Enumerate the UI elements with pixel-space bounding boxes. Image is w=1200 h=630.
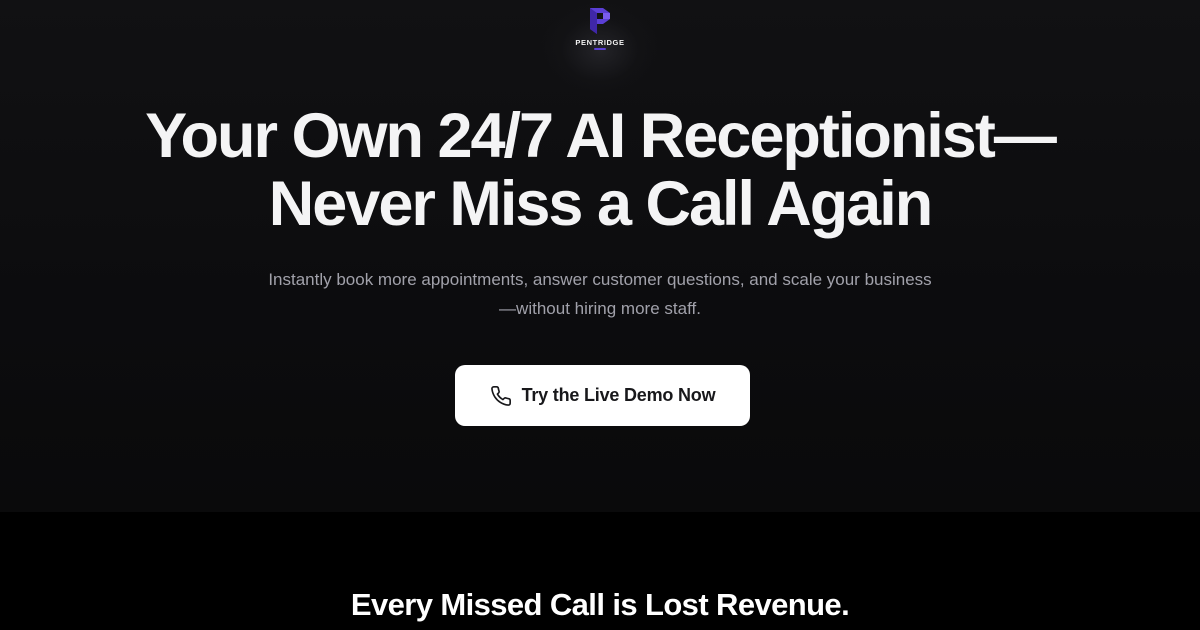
try-live-demo-button[interactable]: Try the Live Demo Now [455, 365, 750, 426]
try-live-demo-label: Try the Live Demo Now [521, 385, 716, 405]
hero-subheadline-line-1: Instantly book more appointments, answer… [268, 270, 932, 289]
phone-icon [490, 385, 511, 406]
brand-underline [594, 48, 606, 50]
brand-logo[interactable]: PENTRIDGE [570, 6, 630, 62]
hero-subheadline: Instantly book more appointments, answer… [240, 265, 960, 323]
hero-headline: Your Own 24/7 AI Receptionist— Never Mis… [100, 102, 1100, 238]
pentridge-p-logo-icon [590, 8, 610, 34]
hero-headline-line-2: Never Miss a Call Again [268, 169, 933, 239]
section-title-lost-revenue: Every Missed Call is Lost Revenue. [350, 587, 850, 622]
brand-name: PENTRIDGE [575, 38, 625, 47]
hero-subheadline-line-2: —without hiring more staff. [499, 299, 701, 318]
hero-headline-line-1: Your Own 24/7 AI Receptionist— [145, 101, 1057, 171]
hero-section: PENTRIDGE Your Own 24/7 AI Receptionist—… [0, 0, 1200, 512]
